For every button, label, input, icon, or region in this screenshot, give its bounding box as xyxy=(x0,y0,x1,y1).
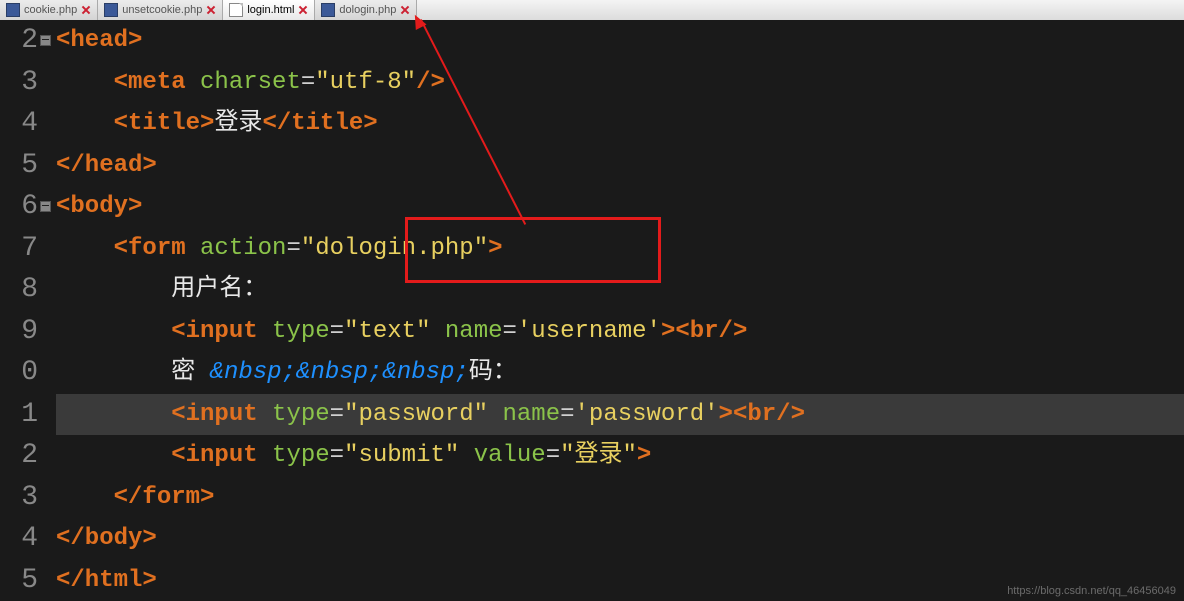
close-icon[interactable] xyxy=(400,5,410,15)
watermark-text: https://blog.csdn.net/qq_46456049 xyxy=(1007,585,1176,597)
line-number-gutter: 2 3 4 5 6 7 8 9 0 1 2 3 4 5 xyxy=(0,20,43,601)
code-line: 密 &nbsp;&nbsp;&nbsp;码： xyxy=(56,352,1184,394)
close-icon[interactable] xyxy=(206,5,216,15)
line-number: 0 xyxy=(0,352,38,394)
fold-marker-icon[interactable] xyxy=(40,201,51,212)
line-number: 5 xyxy=(0,560,38,601)
code-line: <title>登录</title> xyxy=(56,103,1184,145)
code-line: <body> xyxy=(56,186,1184,228)
code-line: <form action="dologin.php"> xyxy=(56,228,1184,270)
tab-label: login.html xyxy=(247,4,294,16)
code-line-highlighted: <input type="password" name='password'><… xyxy=(56,394,1184,436)
line-number: 5 xyxy=(0,145,38,187)
file-icon xyxy=(104,3,118,17)
fold-column xyxy=(38,20,52,601)
code-line: </head> xyxy=(56,145,1184,187)
line-number: 3 xyxy=(0,62,38,104)
tab-label: unsetcookie.php xyxy=(122,4,202,16)
line-number: 6 xyxy=(0,186,38,228)
line-number: 9 xyxy=(0,311,38,353)
code-line: <input type="submit" value="登录"> xyxy=(56,435,1184,477)
tab-label: cookie.php xyxy=(24,4,77,16)
tab-bar: cookie.php unsetcookie.php login.html do… xyxy=(0,0,1184,21)
tab-cookie-php[interactable]: cookie.php xyxy=(0,0,98,20)
tab-login-html[interactable]: login.html xyxy=(223,0,315,20)
line-number: 2 xyxy=(0,20,38,62)
tab-dologin-php[interactable]: dologin.php xyxy=(315,0,417,20)
file-icon xyxy=(321,3,335,17)
code-area[interactable]: <head> <meta charset="utf-8"/> <title>登录… xyxy=(56,20,1184,601)
line-number: 4 xyxy=(0,103,38,145)
code-line: <input type="text" name='username'><br/> xyxy=(56,311,1184,353)
code-editor[interactable]: 2 3 4 5 6 7 8 9 0 1 2 3 4 5 <head> <meta… xyxy=(0,20,1184,601)
line-number: 8 xyxy=(0,269,38,311)
code-line: <meta charset="utf-8"/> xyxy=(56,62,1184,104)
code-line: 用户名： xyxy=(56,269,1184,311)
close-icon[interactable] xyxy=(298,5,308,15)
line-number: 4 xyxy=(0,518,38,560)
tab-unsetcookie-php[interactable]: unsetcookie.php xyxy=(98,0,223,20)
code-line: </body> xyxy=(56,518,1184,560)
tab-label: dologin.php xyxy=(339,4,396,16)
fold-marker-icon[interactable] xyxy=(40,35,51,46)
file-icon xyxy=(6,3,20,17)
line-number: 1 xyxy=(0,394,38,436)
line-number: 2 xyxy=(0,435,38,477)
file-icon xyxy=(229,3,243,17)
code-line: </form> xyxy=(56,477,1184,519)
annotation-target-text: dologin.php xyxy=(315,235,473,262)
line-number: 7 xyxy=(0,228,38,270)
code-line: <head> xyxy=(56,20,1184,62)
line-number: 3 xyxy=(0,477,38,519)
close-icon[interactable] xyxy=(81,5,91,15)
